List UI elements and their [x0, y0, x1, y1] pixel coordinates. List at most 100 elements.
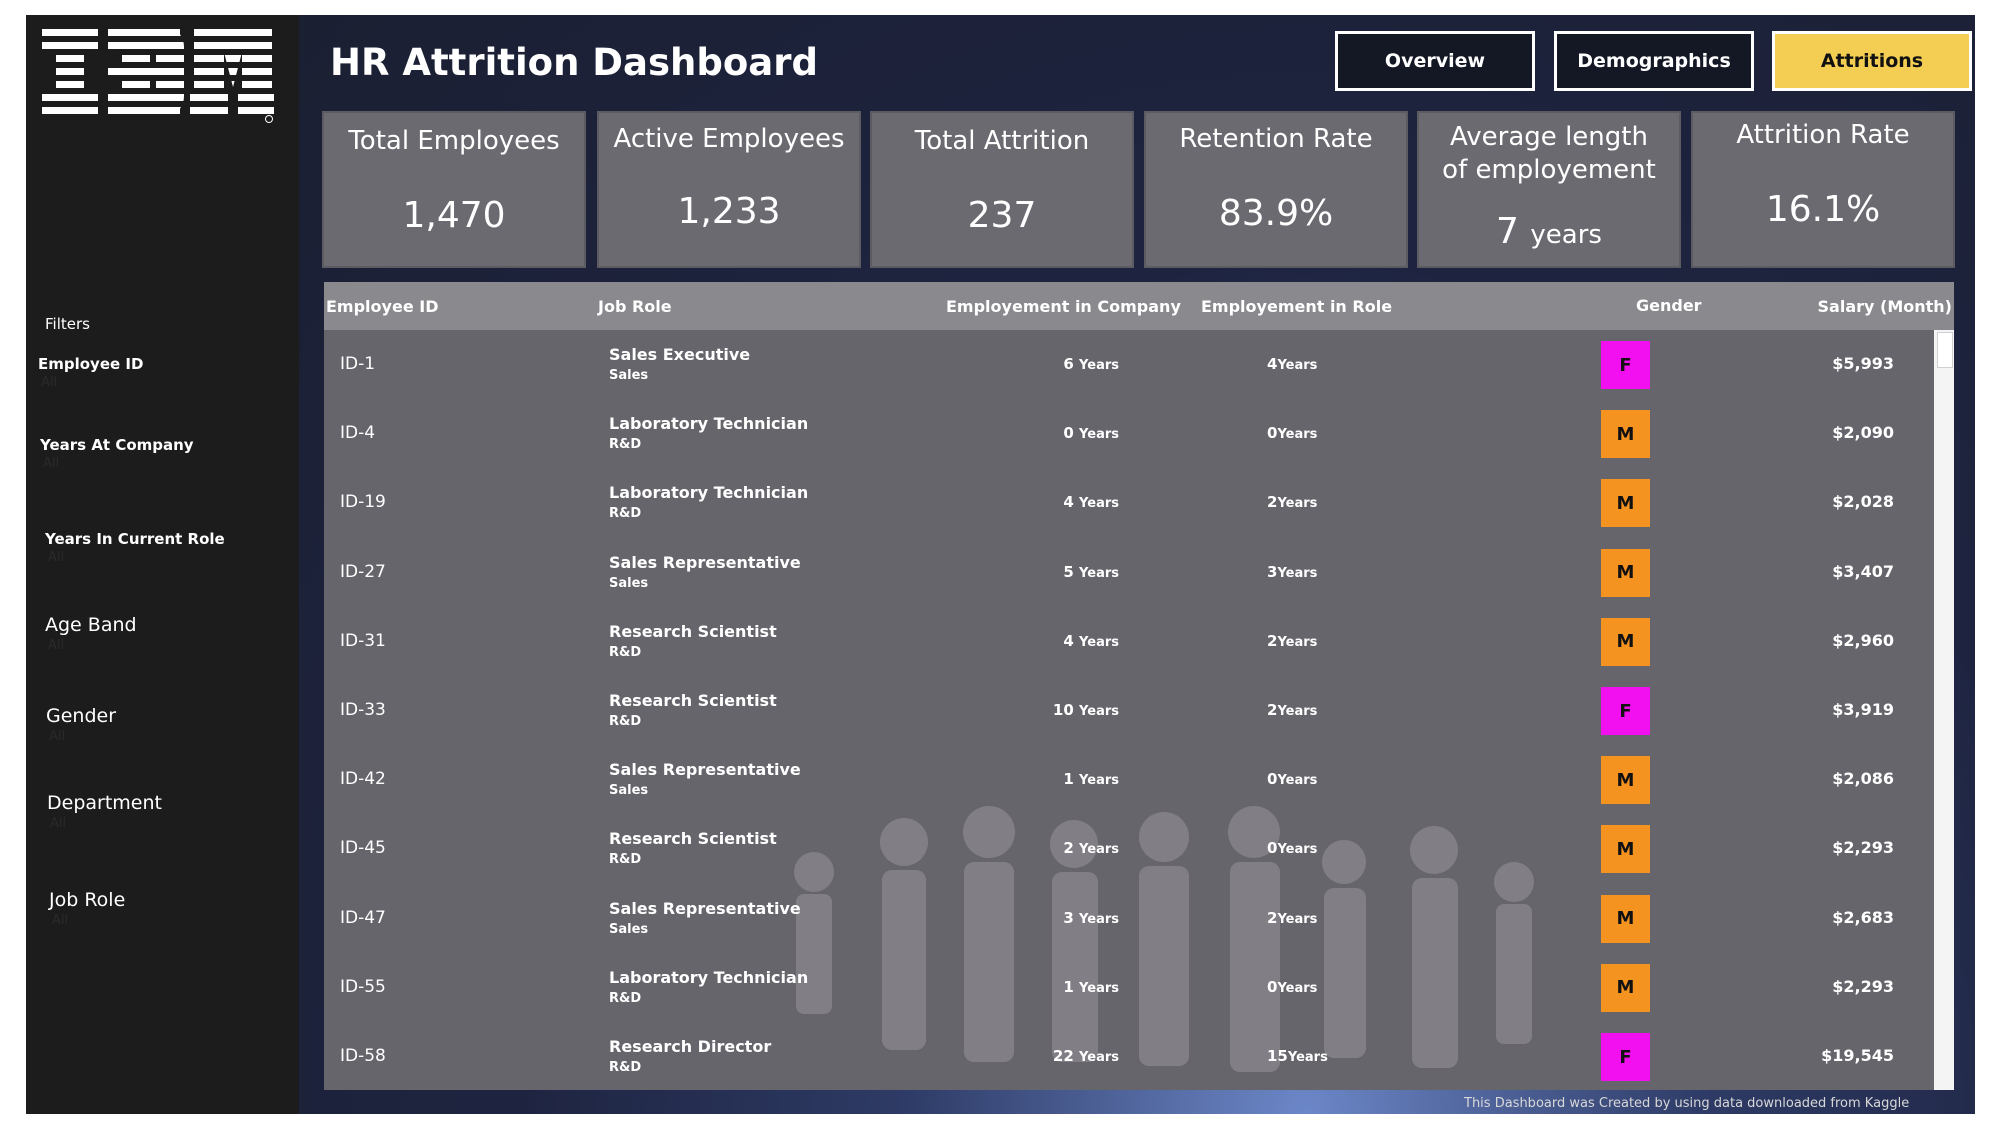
years-in-role: 2Years	[1267, 493, 1317, 511]
filter-years-at-company[interactable]: Years At Company All	[40, 436, 194, 471]
kpi-title: Total Employees	[348, 126, 560, 156]
nav-demographics-button[interactable]: Demographics	[1554, 31, 1754, 91]
gender-badge: F	[1601, 1033, 1650, 1081]
filter-label: Department	[47, 792, 162, 814]
filter-value[interactable]: All	[52, 913, 125, 928]
gender-badge: M	[1601, 825, 1650, 874]
column-header-employment-in-company[interactable]: Employement in Company	[946, 297, 1181, 316]
years-in-role: 4Years	[1267, 355, 1317, 373]
table-row[interactable]: ID-4 Laboratory Technician R&D 0 Years 0Year…	[324, 399, 1934, 468]
filter-label: Job Role	[49, 889, 126, 911]
filter-gender[interactable]: Gender All	[46, 705, 116, 744]
filter-value[interactable]: All	[48, 550, 225, 565]
job-role: Sales Representative	[609, 898, 801, 918]
monthly-salary: $2,960	[1832, 630, 1894, 650]
kpi-average-length-of-employment: Average length of employement 7 years	[1419, 113, 1679, 266]
years-in-company-value: 6	[1063, 355, 1074, 373]
years-in-company-value: 22	[1052, 1047, 1074, 1065]
years-in-company: 3 Years	[1063, 909, 1119, 927]
kpi-value: 83.9%	[1218, 193, 1334, 234]
job-role: Research Scientist	[609, 621, 777, 641]
table-scrollbar[interactable]	[1934, 330, 1954, 1090]
column-header-salary[interactable]: Salary (Month)	[1818, 297, 1952, 316]
gender-badge: M	[1601, 894, 1650, 943]
monthly-salary: $2,683	[1832, 907, 1894, 927]
table-row[interactable]: ID-1 Sales Executive Sales 6 Years 4Years F $5…	[324, 330, 1934, 399]
years-in-company: 1 Years	[1063, 978, 1119, 996]
years-unit: Years	[1079, 496, 1119, 512]
gender-badge: F	[1601, 687, 1650, 735]
column-header-employee-id[interactable]: Employee ID	[326, 297, 438, 316]
filter-department[interactable]: Department All	[47, 792, 162, 831]
monthly-salary: $5,993	[1832, 354, 1894, 373]
years-unit: Years	[1079, 427, 1119, 443]
table-row[interactable]: ID-19 Laboratory Technician R&D 4 Years 2Yea…	[324, 468, 1934, 537]
monthly-salary: $2,028	[1832, 492, 1894, 512]
years-unit: Years	[1277, 496, 1318, 512]
kpi-value: 237	[967, 195, 1037, 236]
filter-value[interactable]: All	[50, 816, 162, 831]
filter-label: Age Band	[45, 614, 137, 636]
years-unit: Years	[1079, 634, 1119, 650]
job-role: Laboratory Technician	[609, 414, 809, 434]
department: R&D	[609, 990, 642, 1006]
nav-attritions-button[interactable]: Attritions	[1772, 31, 1972, 91]
years-in-company: 4 Years	[1063, 493, 1119, 511]
column-header-job-role[interactable]: Job Role	[598, 297, 672, 316]
years-in-role: 2Years	[1267, 909, 1317, 927]
filter-employee-id[interactable]: Employee ID All	[38, 355, 143, 390]
employee-id: ID-1	[340, 354, 376, 374]
job-role: Sales Representative	[609, 760, 801, 780]
table-row[interactable]: ID-42 Sales Representative Sales 1 Years 0Ye…	[324, 745, 1934, 814]
gender-badge: M	[1601, 617, 1650, 666]
kpi-title: Attrition Rate	[1736, 120, 1910, 150]
years-in-company-value: 0	[1063, 424, 1074, 443]
years-unit: Years	[1079, 704, 1119, 719]
years-in-role-value: 0	[1267, 770, 1278, 789]
department: R&D	[609, 852, 642, 868]
years-in-company: 22 Years	[1053, 1047, 1119, 1065]
department: R&D	[609, 437, 642, 453]
years-unit: Years	[1277, 704, 1318, 719]
years-unit: Years	[1277, 565, 1318, 581]
filters-title: Filters	[45, 315, 90, 333]
employee-id: ID-31	[340, 630, 386, 651]
filter-value[interactable]: All	[49, 729, 116, 744]
kpi-title: Active Employees	[613, 124, 845, 154]
years-in-role-value: 4	[1267, 355, 1278, 373]
kpi-value: 16.1%	[1765, 189, 1881, 230]
kpi-unit: years	[1530, 220, 1602, 250]
table-row[interactable]: ID-27 Sales Representative Sales 5 Years 3Ye…	[324, 538, 1934, 607]
table-row[interactable]: ID-55 Laboratory Technician R&D 1 Years 0Yea…	[324, 953, 1934, 1022]
monthly-salary: $3,919	[1832, 700, 1894, 719]
column-header-gender[interactable]: Gender	[1636, 296, 1702, 315]
table-row[interactable]: ID-45 Research Scientist R&D 2 Years 0Years M…	[324, 814, 1934, 883]
table-row[interactable]: ID-58 Research Director R&D 22 Years 15Years…	[324, 1022, 1934, 1090]
years-unit: Years	[1277, 773, 1318, 789]
table-row[interactable]: ID-33 Research Scientist R&D 10 Years 2Years…	[324, 676, 1934, 745]
table-row[interactable]: ID-31 Research Scientist R&D 4 Years 2Years M…	[324, 607, 1934, 676]
years-unit: Years	[1277, 980, 1318, 996]
years-in-company-value: 3	[1063, 908, 1074, 927]
filter-value[interactable]: All	[48, 638, 137, 653]
filter-years-in-current-role[interactable]: Years In Current Role All	[45, 530, 225, 565]
years-unit: Years	[1079, 358, 1119, 373]
years-in-role: 0Years	[1267, 839, 1317, 857]
years-unit: Years	[1079, 911, 1119, 927]
table-row[interactable]: ID-47 Sales Representative Sales 3 Years 2Ye…	[324, 884, 1934, 953]
monthly-salary: $19,545	[1821, 1046, 1894, 1065]
years-in-role-value: 15	[1267, 1047, 1288, 1065]
filter-label: Gender	[46, 705, 117, 727]
filter-label: Employee ID	[38, 355, 144, 373]
column-header-employment-in-role[interactable]: Employement in Role	[1201, 297, 1392, 316]
filter-value[interactable]: All	[41, 375, 143, 390]
filter-age-band[interactable]: Age Band All	[45, 614, 137, 653]
years-in-role-value: 2	[1267, 631, 1278, 650]
filter-value[interactable]: All	[43, 456, 194, 471]
filter-job-role[interactable]: Job Role All	[49, 889, 125, 928]
years-in-role-value: 2	[1267, 493, 1278, 512]
nav-overview-button[interactable]: Overview	[1335, 31, 1535, 91]
years-in-role: 15Years	[1267, 1047, 1328, 1065]
job-role: Research Scientist	[609, 829, 777, 849]
scrollbar-thumb[interactable]	[1937, 332, 1953, 368]
